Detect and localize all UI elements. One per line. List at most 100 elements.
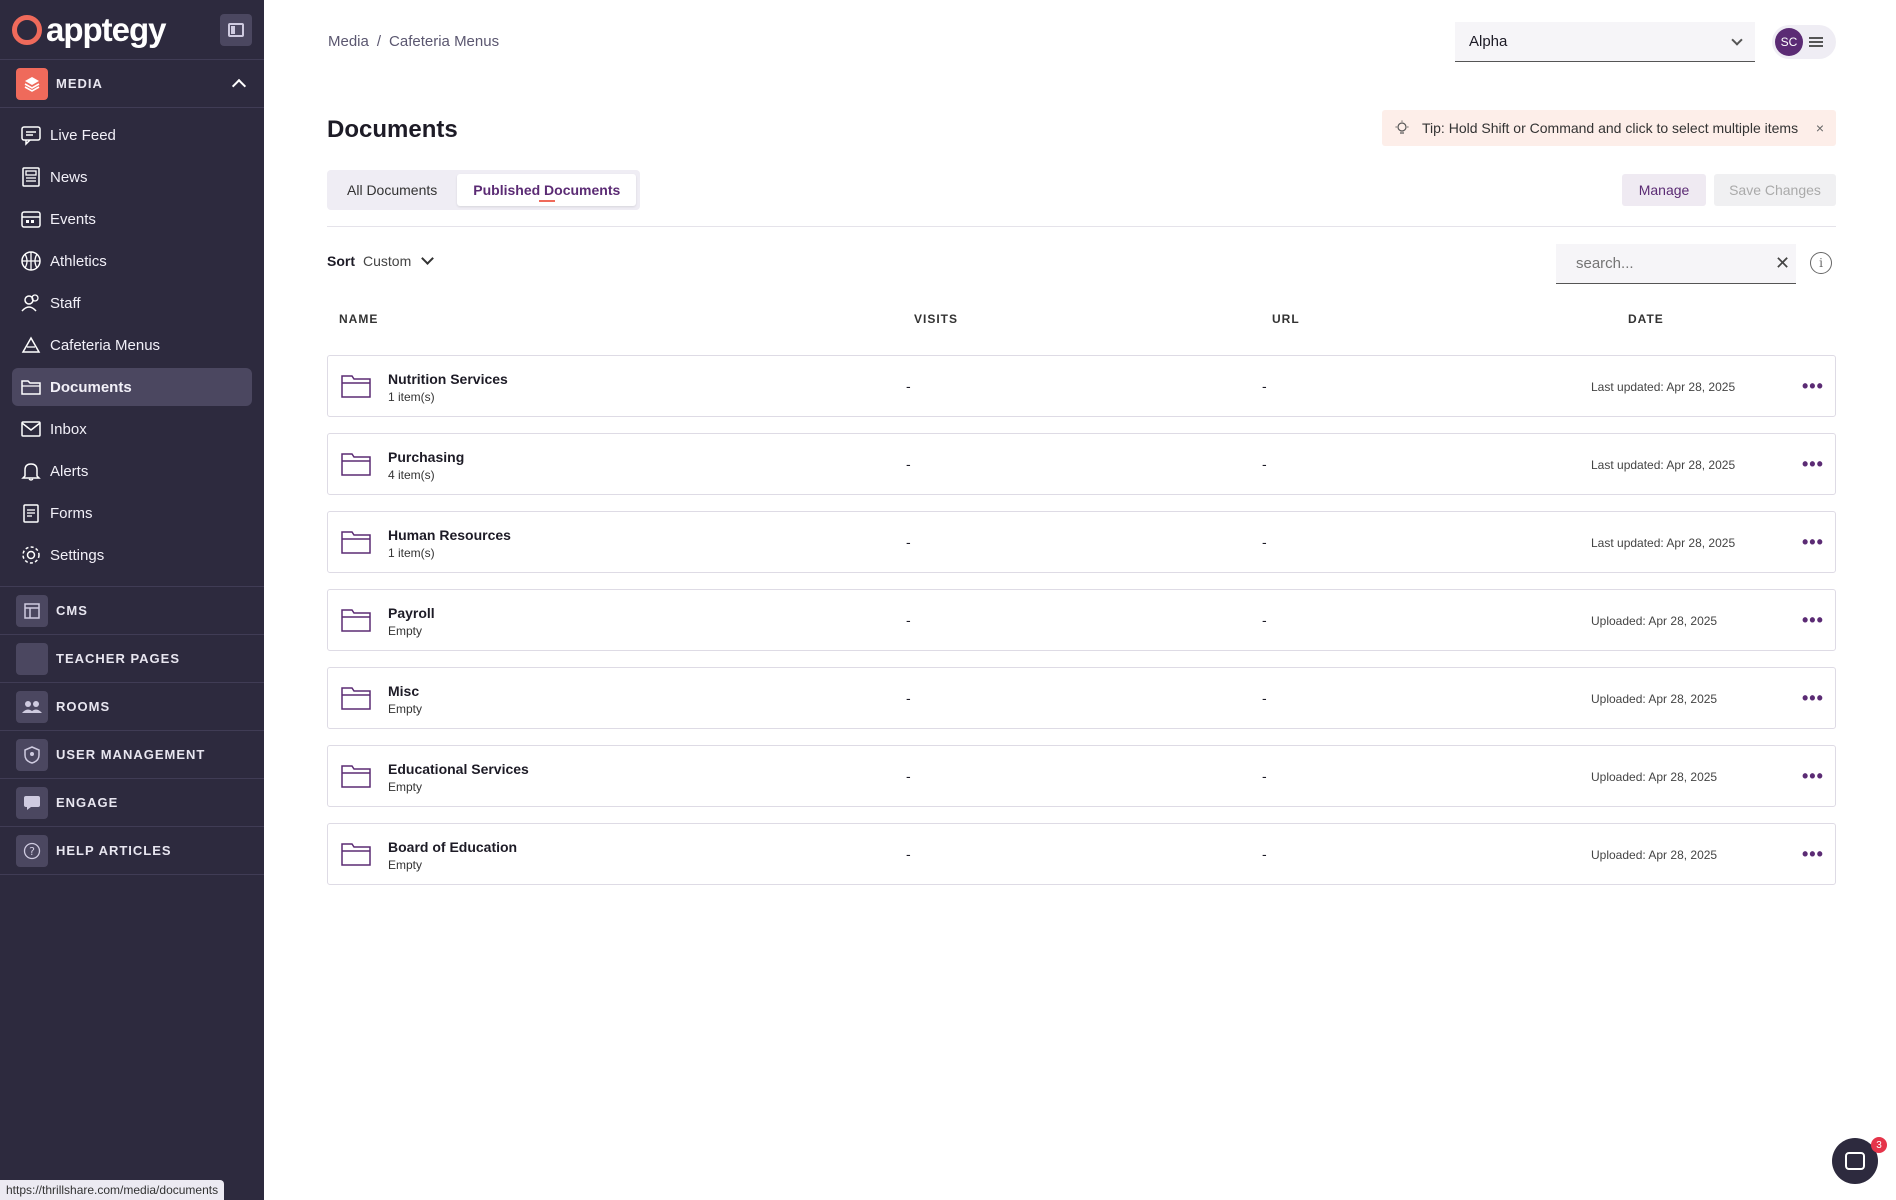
section-label: TEACHER PAGES bbox=[56, 651, 180, 666]
table-row[interactable]: Purchasing 4 item(s) - - Last updated: A… bbox=[327, 433, 1836, 495]
sidebar-item-label: Alerts bbox=[50, 462, 89, 480]
section-media[interactable]: MEDIA bbox=[0, 60, 264, 108]
clear-search-icon[interactable]: ✕ bbox=[1775, 253, 1790, 274]
sort-value: Custom bbox=[363, 253, 412, 269]
sidebar-item-events[interactable]: Events bbox=[12, 200, 252, 238]
section-help-articles[interactable]: ? HELP ARTICLES bbox=[0, 827, 264, 875]
table-row[interactable]: Payroll Empty - - Uploaded: Apr 28, 2025… bbox=[327, 589, 1836, 651]
section-label: HELP ARTICLES bbox=[56, 843, 172, 858]
folder-name[interactable]: Educational Services bbox=[388, 761, 529, 777]
sidebar-toggle-icon bbox=[228, 22, 244, 37]
column-header-url[interactable]: URL bbox=[1272, 312, 1300, 326]
section-engage[interactable]: ENGAGE bbox=[0, 779, 264, 827]
row-url: - bbox=[1262, 456, 1267, 472]
folder-name[interactable]: Payroll bbox=[388, 605, 435, 621]
bell-icon bbox=[20, 460, 42, 482]
sidebar-item-live-feed[interactable]: Live Feed bbox=[12, 116, 252, 154]
forms-icon bbox=[20, 502, 42, 524]
search-input[interactable] bbox=[1576, 255, 1775, 272]
lightbulb-icon bbox=[1395, 120, 1409, 134]
tip-banner: Tip: Hold Shift or Command and click to … bbox=[1382, 110, 1836, 146]
sidebar-item-alerts[interactable]: Alerts bbox=[12, 452, 252, 490]
table-row[interactable]: Human Resources 1 item(s) - - Last updat… bbox=[327, 511, 1836, 573]
sidebar-item-label: Cafeteria Menus bbox=[50, 336, 161, 354]
column-header-name[interactable]: NAME bbox=[339, 312, 378, 326]
avatar: SC bbox=[1775, 28, 1803, 56]
feed-icon bbox=[20, 124, 42, 146]
apptegy-logo[interactable]: apptegy bbox=[12, 10, 167, 49]
more-options-icon[interactable]: ••• bbox=[1802, 454, 1824, 475]
sort-control[interactable]: Sort Custom bbox=[327, 252, 435, 269]
logo-text: apptegy bbox=[46, 10, 167, 48]
org-select-value: Alpha bbox=[1469, 33, 1508, 50]
more-options-icon[interactable]: ••• bbox=[1802, 766, 1824, 787]
cafeteria-icon bbox=[20, 334, 42, 356]
section-teacher-pages[interactable]: TEACHER PAGES bbox=[0, 635, 264, 683]
folder-icon bbox=[341, 843, 371, 866]
search-box: ✕ bbox=[1556, 244, 1796, 284]
save-changes-button[interactable]: Save Changes bbox=[1714, 174, 1836, 206]
folder-name[interactable]: Misc bbox=[388, 683, 419, 699]
sidebar-item-forms[interactable]: Forms bbox=[12, 494, 252, 532]
table-row[interactable]: Board of Education Empty - - Uploaded: A… bbox=[327, 823, 1836, 885]
folder-name[interactable]: Human Resources bbox=[388, 527, 511, 543]
row-visits: - bbox=[906, 378, 911, 394]
row-date: Uploaded: Apr 28, 2025 bbox=[1591, 692, 1718, 706]
folder-icon bbox=[341, 609, 371, 632]
section-label: ROOMS bbox=[56, 699, 111, 714]
folder-item-count: Empty bbox=[388, 624, 423, 638]
section-cms[interactable]: CMS bbox=[0, 587, 264, 635]
row-visits: - bbox=[906, 768, 911, 784]
table-row[interactable]: Educational Services Empty - - Uploaded:… bbox=[327, 745, 1836, 807]
tab-all-documents[interactable]: All Documents bbox=[331, 174, 453, 206]
collapse-sidebar-button[interactable] bbox=[220, 13, 252, 46]
ball-icon bbox=[20, 250, 42, 272]
sidebar-item-settings[interactable]: Settings bbox=[12, 536, 252, 574]
info-icon[interactable]: i bbox=[1810, 252, 1832, 274]
manage-button[interactable]: Manage bbox=[1622, 174, 1706, 206]
chat-icon bbox=[1845, 1152, 1865, 1170]
mail-icon bbox=[20, 418, 42, 440]
hamburger-icon bbox=[1809, 37, 1823, 47]
table-row[interactable]: Nutrition Services 1 item(s) - - Last up… bbox=[327, 355, 1836, 417]
folder-item-count: Empty bbox=[388, 858, 423, 872]
close-icon[interactable]: × bbox=[1816, 120, 1824, 136]
folder-name[interactable]: Purchasing bbox=[388, 449, 464, 465]
divider bbox=[327, 226, 1836, 227]
engage-icon bbox=[16, 786, 48, 819]
user-menu[interactable]: SC bbox=[1772, 25, 1836, 59]
more-options-icon[interactable]: ••• bbox=[1802, 844, 1824, 865]
sidebar-item-documents[interactable]: Documents bbox=[12, 368, 252, 406]
section-rooms[interactable]: ROOMS bbox=[0, 683, 264, 731]
folder-icon bbox=[341, 765, 371, 788]
media-nav-list: Live Feed News Events Athletics Staff Ca… bbox=[0, 108, 264, 587]
sidebar-item-news[interactable]: News bbox=[12, 158, 252, 196]
column-header-visits[interactable]: VISITS bbox=[914, 312, 958, 326]
sidebar-item-label: Inbox bbox=[50, 420, 87, 438]
more-options-icon[interactable]: ••• bbox=[1802, 376, 1824, 397]
staff-icon bbox=[20, 292, 42, 314]
folder-name[interactable]: Nutrition Services bbox=[388, 371, 508, 387]
row-url: - bbox=[1262, 846, 1267, 862]
row-date: Last updated: Apr 28, 2025 bbox=[1591, 380, 1736, 394]
section-user-management[interactable]: USER MANAGEMENT bbox=[0, 731, 264, 779]
column-header-date[interactable]: DATE bbox=[1628, 312, 1664, 326]
breadcrumb-media[interactable]: Media bbox=[328, 33, 369, 50]
more-options-icon[interactable]: ••• bbox=[1802, 532, 1824, 553]
sidebar-item-label: Settings bbox=[50, 546, 105, 564]
sidebar-item-inbox[interactable]: Inbox bbox=[12, 410, 252, 448]
tab-published-documents[interactable]: Published Documents bbox=[457, 174, 637, 206]
sidebar-item-cafeteria-menus[interactable]: Cafeteria Menus bbox=[12, 326, 252, 364]
organization-select[interactable]: Alpha bbox=[1455, 22, 1755, 62]
sidebar-item-athletics[interactable]: Athletics bbox=[12, 242, 252, 280]
more-options-icon[interactable]: ••• bbox=[1802, 688, 1824, 709]
breadcrumb-cafeteria-menus[interactable]: Cafeteria Menus bbox=[389, 33, 499, 50]
sidebar-item-label: Athletics bbox=[50, 252, 107, 270]
folder-icon bbox=[341, 687, 371, 710]
section-label: CMS bbox=[56, 603, 88, 618]
table-row[interactable]: Misc Empty - - Uploaded: Apr 28, 2025 ••… bbox=[327, 667, 1836, 729]
chevron-down-icon bbox=[421, 252, 435, 265]
folder-name[interactable]: Board of Education bbox=[388, 839, 517, 855]
sidebar-item-staff[interactable]: Staff bbox=[12, 284, 252, 322]
more-options-icon[interactable]: ••• bbox=[1802, 610, 1824, 631]
